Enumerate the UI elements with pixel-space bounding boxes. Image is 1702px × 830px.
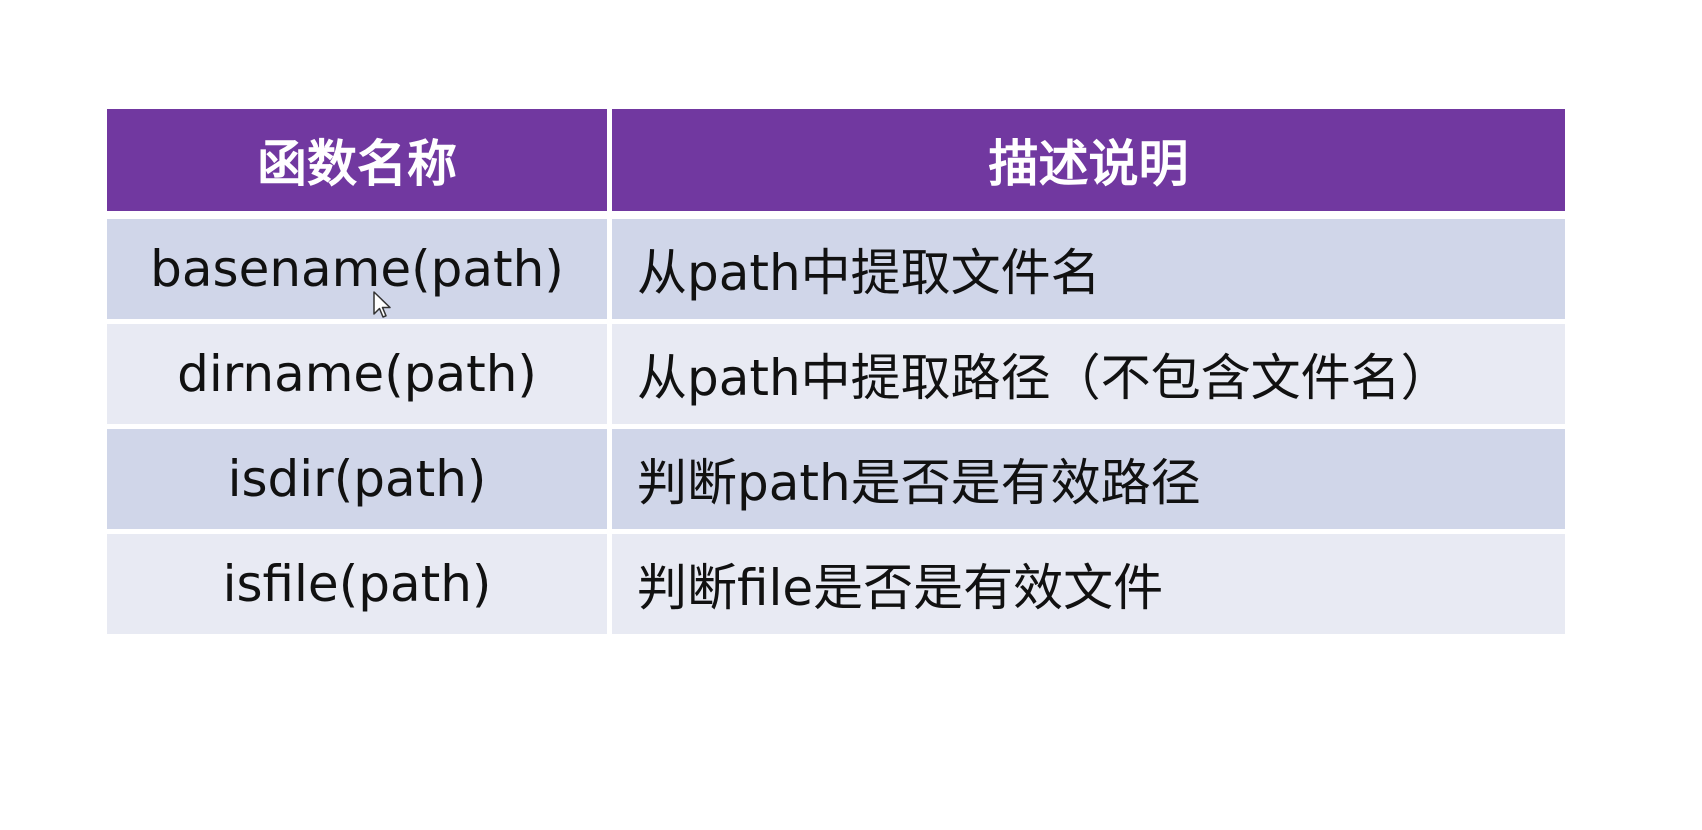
description-cell: 从path中提取路径（不包含文件名） [612,324,1565,429]
header-function-name: 函数名称 [107,109,612,219]
table-row: dirname(path) 从path中提取路径（不包含文件名） [107,324,1565,429]
table-header: 函数名称 描述说明 [107,109,1565,219]
function-name-cell: isfile(path) [107,534,612,634]
function-table: 函数名称 描述说明 basename(path) 从path中提取文件名 dir… [107,109,1565,634]
table-body: basename(path) 从path中提取文件名 dirname(path)… [107,219,1565,634]
mouse-pointer-icon [373,291,391,318]
function-name-cell: basename(path) [107,219,612,324]
header-description: 描述说明 [612,109,1565,219]
description-cell: 判断file是否是有效文件 [612,534,1565,634]
description-cell: 判断path是否是有效路径 [612,429,1565,534]
description-cell: 从path中提取文件名 [612,219,1565,324]
function-name-cell: isdir(path) [107,429,612,534]
slide: 函数名称 描述说明 basename(path) 从path中提取文件名 dir… [0,0,1702,830]
table-row: basename(path) 从path中提取文件名 [107,219,1565,324]
table-row: isfile(path) 判断file是否是有效文件 [107,534,1565,634]
function-name-cell: dirname(path) [107,324,612,429]
table-row: isdir(path) 判断path是否是有效路径 [107,429,1565,534]
header-row: 函数名称 描述说明 [107,109,1565,219]
